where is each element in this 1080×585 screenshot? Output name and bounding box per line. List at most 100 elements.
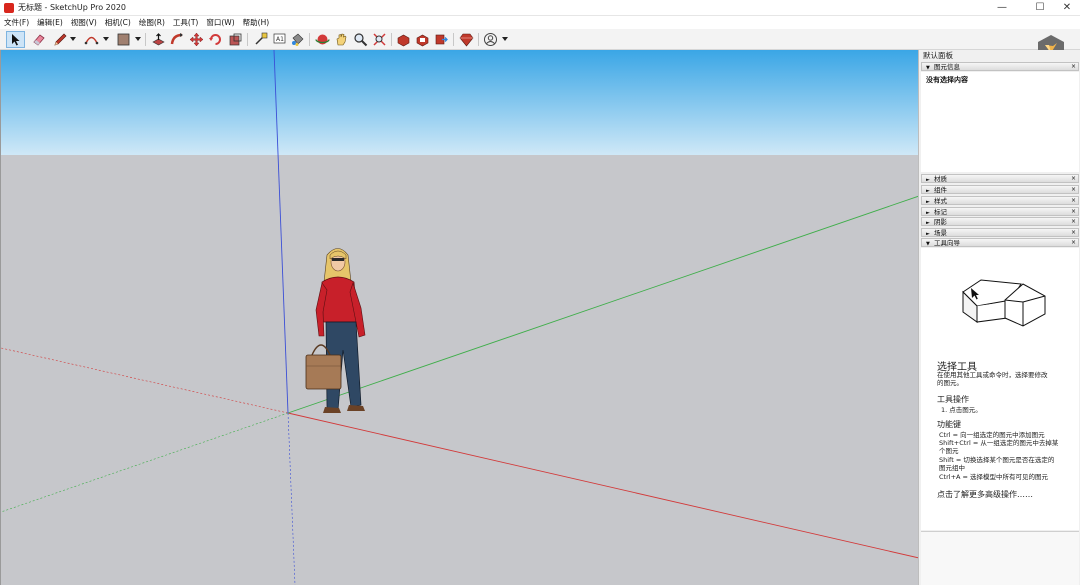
account-icon [484,33,497,46]
toolbar-separator [309,33,310,46]
pencil-dropdown-icon[interactable] [70,37,76,41]
rectangle-dropdown-icon[interactable] [135,37,141,41]
expand-arrow-icon: ► [926,210,930,216]
account-dropdown-icon[interactable] [502,37,508,41]
ruby-icon [459,33,474,47]
menu-tools[interactable]: 工具(T) [173,16,198,29]
expand-arrow-icon: ► [926,220,930,226]
svg-text:A1: A1 [276,36,284,43]
menu-edit[interactable]: 编辑(E) [37,16,63,29]
move-icon [189,32,204,47]
collapse-arrow-icon: ▼ [926,65,930,71]
arc-tool-button[interactable] [84,32,99,47]
close-tray-icon[interactable]: × [1071,229,1076,237]
arc-icon [84,36,99,45]
instructor-title: 工具向导 [934,239,960,247]
instructor-modifier-line: Ctrl+A = 选择模型中所有可见的图元 [939,473,1049,481]
menu-camera[interactable]: 相机(C) [105,16,131,29]
menu-view[interactable]: 视图(V) [71,16,97,29]
model-viewport[interactable] [0,50,918,585]
expand-arrow-icon: ► [926,177,930,183]
entity-info-title: 图元信息 [934,63,960,71]
select-tool-button[interactable] [6,31,25,48]
menu-file[interactable]: 文件(F) [4,16,29,29]
toolbar-separator [391,33,392,46]
account-button[interactable] [483,32,498,47]
3d-warehouse-button[interactable] [396,32,411,47]
tray-shadows-title: 阴影 [934,218,947,226]
close-tray-icon[interactable]: × [1071,186,1076,194]
menu-window[interactable]: 窗口(W) [206,16,234,29]
tape-measure-icon [255,32,268,45]
ruby-console-button[interactable] [459,32,474,47]
3d-warehouse-icon [397,34,410,47]
close-tray-icon[interactable]: × [1071,175,1076,183]
dimension-tool-button[interactable]: A1 [272,32,287,47]
tape-measure-tool-button[interactable] [253,32,268,47]
default-tray: 默认面板 ▼ 图元信息 × 没有选择内容 ► 材质 × ► 组件 × ► 样式 × ► 标记 × ►… [918,50,1080,585]
zoom-tool-button[interactable] [353,32,368,47]
orbit-tool-button[interactable] [315,32,330,47]
tray-styles-title: 样式 [934,197,947,205]
entity-info-header[interactable]: ▼ 图元信息 × [921,62,1079,71]
close-button[interactable]: ✕ [1052,0,1080,16]
pencil-icon [54,33,67,46]
tray-components-title: 组件 [934,186,947,194]
push-pull-tool-button[interactable] [151,32,166,47]
title-bar: 无标题 - SketchUp Pro 2020 — ☐ ✕ [0,0,1080,16]
pencil-tool-button[interactable] [53,32,68,47]
minimize-button[interactable]: — [987,0,1017,16]
instructor-advanced-link[interactable]: 点击了解更多高级操作…… [937,489,1033,500]
tray-tags-header[interactable]: ► 标记 × [921,207,1079,216]
scale-tool-button[interactable] [228,32,243,47]
tray-components-header[interactable]: ► 组件 × [921,185,1079,194]
menu-draw[interactable]: 绘图(R) [139,16,165,29]
instructor-header[interactable]: ▼ 工具向导 × [921,238,1079,247]
menu-help[interactable]: 帮助(H) [243,16,270,29]
zoom-icon [354,33,368,47]
rotate-icon [209,34,221,45]
extension-warehouse-button[interactable] [415,32,430,47]
close-tray-icon[interactable]: × [1071,63,1076,71]
close-tray-icon[interactable]: × [1071,208,1076,216]
zoom-extents-icon [373,33,386,46]
dimension-icon: A1 [273,33,286,44]
rotate-tool-button[interactable] [208,32,223,47]
tray-materials-header[interactable]: ► 材质 × [921,174,1079,183]
extension-warehouse-icon [416,34,429,47]
rectangle-tool-button[interactable] [116,32,131,47]
follow-me-icon [170,33,183,45]
close-tray-icon[interactable]: × [1071,197,1076,205]
collapse-arrow-icon: ▼ [926,241,930,247]
close-tray-icon[interactable]: × [1071,239,1076,247]
sky [1,50,918,155]
window-title: 无标题 - SketchUp Pro 2020 [18,3,126,12]
close-tray-icon[interactable]: × [1071,218,1076,226]
arc-dropdown-icon[interactable] [103,37,109,41]
instructor-description-line: 的图元。 [937,379,963,387]
tray-materials-title: 材质 [934,175,947,183]
viewport-canvas[interactable] [1,50,918,585]
tray-styles-header[interactable]: ► 样式 × [921,196,1079,205]
move-tool-button[interactable] [189,32,204,47]
paint-bucket-icon [292,33,304,46]
maximize-button[interactable]: ☐ [1025,0,1055,16]
paint-bucket-tool-button[interactable] [290,32,305,47]
menu-bar: 文件(F) 编辑(E) 视图(V) 相机(C) 绘图(R) 工具(T) 窗口(W… [0,16,1080,29]
send-to-layout-button[interactable] [434,32,449,47]
sketchup-app-icon [4,3,14,13]
tray-scenes-header[interactable]: ► 场景 × [921,228,1079,237]
instructor-operation-item: 1. 点击图元。 [941,406,982,414]
pan-tool-button[interactable] [334,32,349,47]
instructor-body: 选择工具 在使用其他工具或命令时，选择要修改 的图元。 工具操作 1. 点击图元… [921,248,1079,530]
instructor-house-illustration [962,279,1046,327]
entity-info-empty-text: 没有选择内容 [926,76,968,84]
select-icon [12,34,20,46]
orbit-icon [315,34,330,45]
eraser-tool-button[interactable] [31,32,46,47]
zoom-extents-tool-button[interactable] [372,32,387,47]
tray-shadows-header[interactable]: ► 阴影 × [921,217,1079,226]
send-to-layout-icon [435,34,448,45]
ground-plane [1,155,918,585]
follow-me-tool-button[interactable] [170,32,185,47]
